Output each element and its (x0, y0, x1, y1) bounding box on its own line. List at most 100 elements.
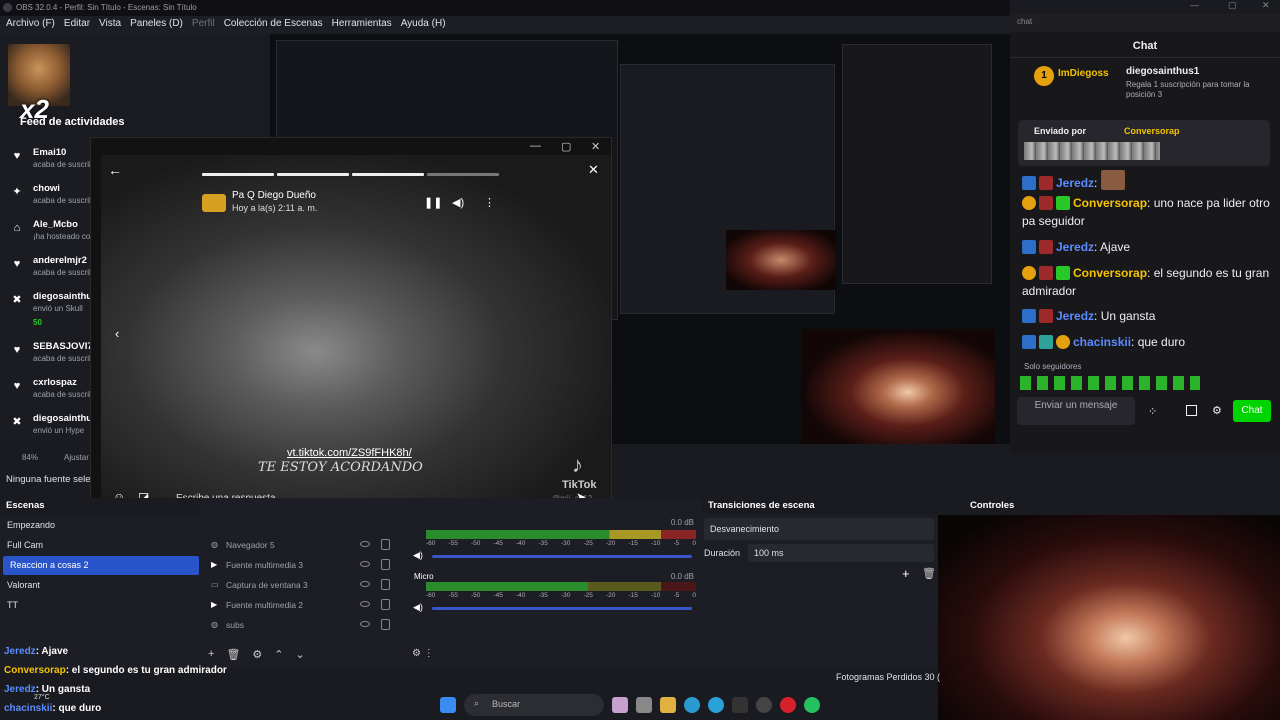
popup-close-icon[interactable]: ✕ (591, 140, 600, 153)
lock-icon[interactable] (381, 599, 390, 610)
menu-profile[interactable]: Perfil (192, 18, 215, 32)
volume-icon[interactable]: ◀) (452, 196, 464, 209)
chat-text: Ajave (1100, 240, 1131, 254)
maximize-icon[interactable]: ▢ (1228, 0, 1237, 14)
overlay-chat: Jeredz: Ajave Conversorap: el segundo es… (0, 644, 430, 720)
overlay-user: chacinskii (4, 703, 53, 714)
overlay-message: Conversorap: el segundo es tu gran admir… (0, 663, 430, 682)
mic-speaker-icon[interactable]: ◀) (413, 602, 423, 613)
story-author[interactable]: Pa Q Diego Dueño (232, 190, 316, 201)
popup-maximize-icon[interactable]: ▢ (561, 140, 571, 153)
story-progress (277, 173, 349, 176)
speaker-icon[interactable]: ◀) (413, 550, 423, 561)
prev-story-icon[interactable]: ‹ (115, 326, 119, 341)
source-item[interactable]: ▭ Captura de ventana 3 (206, 576, 402, 595)
menu-scene-collection[interactable]: Colección de Escenas (224, 18, 323, 32)
visibility-icon[interactable] (360, 601, 370, 607)
lock-icon[interactable] (381, 559, 390, 570)
track2-ticks: -60 -55 -50 -45 -40 -35 -30 -25 -20 -15 -10 -5 0 (426, 592, 696, 599)
track1-meter (426, 530, 696, 539)
chat-username[interactable]: chacinskii (1073, 335, 1131, 349)
obs-icon[interactable] (756, 697, 772, 713)
gift-user[interactable]: ImDiegoss (1058, 68, 1109, 79)
minimize-icon[interactable]: — (1190, 0, 1199, 14)
chat-username[interactable]: Jeredz (1056, 176, 1094, 190)
star-icon: ✦ (12, 186, 22, 198)
menu-file[interactable]: Archivo (F) (6, 18, 55, 32)
taskview-icon[interactable] (636, 697, 652, 713)
gift-icon[interactable] (1186, 405, 1197, 416)
scene-item-selected[interactable]: Reaccion a cosas 2 (3, 556, 199, 575)
adjust-label[interactable]: Ajustar (64, 453, 89, 462)
chat-username[interactable]: Conversorap (1073, 266, 1147, 280)
source-item[interactable]: ◍ subs (206, 616, 402, 635)
source-item[interactable]: ◍ Navegador 5 (206, 536, 402, 555)
visibility-icon[interactable] (360, 541, 370, 547)
menu-docks[interactable]: Paneles (D) (130, 18, 183, 32)
chat-username[interactable]: Jeredz (1056, 309, 1094, 323)
activity-user: anderelmjr2 (33, 255, 87, 266)
visibility-icon[interactable] (360, 621, 370, 627)
lock-icon[interactable] (381, 619, 390, 630)
scene-item[interactable]: Full Cam (0, 536, 200, 555)
menu-tools[interactable]: Herramientas (332, 18, 392, 32)
visibility-icon[interactable] (360, 581, 370, 587)
search-icon: ⌕ (474, 698, 480, 708)
back-icon[interactable]: ← (108, 162, 122, 178)
menu-edit[interactable]: Editar (64, 18, 90, 32)
story-progress (202, 173, 274, 176)
scene-item[interactable]: Valorant (0, 576, 200, 595)
overlay-user: Conversorap (4, 665, 66, 676)
badge-icon (1039, 196, 1053, 210)
transition-select[interactable]: Desvanecimiento (704, 518, 934, 540)
lock-icon[interactable] (381, 539, 390, 550)
tiktok-link[interactable]: vt.tiktok.com/ZS9fFHK8h/ (287, 447, 412, 459)
visibility-icon[interactable] (360, 561, 370, 567)
popup-minimize-icon[interactable]: — (530, 140, 541, 152)
gear-icon[interactable]: ⚙ (1212, 404, 1222, 417)
capcut-icon[interactable] (732, 697, 748, 713)
whatsapp-icon[interactable] (804, 697, 820, 713)
track1-volume-slider[interactable] (432, 555, 692, 558)
windows-start-icon[interactable] (440, 697, 456, 713)
badge-icon (1039, 176, 1053, 190)
pause-icon[interactable]: ❚❚ (424, 196, 442, 209)
lock-icon[interactable] (381, 579, 390, 590)
folder-icon[interactable] (660, 697, 676, 713)
edge-icon[interactable] (684, 697, 700, 713)
menu-help[interactable]: Ayuda (H) (401, 18, 446, 32)
badge-icon (1022, 176, 1036, 190)
taskbar-search[interactable]: ⌕ Buscar (464, 694, 604, 716)
add-transition-icon[interactable]: + (902, 566, 910, 581)
story-close-icon[interactable]: ✕ (588, 162, 599, 178)
more-icon[interactable]: ⋮ (484, 196, 495, 209)
source-item[interactable]: ▶ Fuente multimedia 3 (206, 556, 402, 575)
badge-icon (1056, 335, 1070, 349)
chat-input[interactable]: Enviar un mensaje (1017, 397, 1135, 425)
points-icon[interactable]: ⁘ (1148, 405, 1157, 418)
opera-icon[interactable] (780, 697, 796, 713)
duration-input[interactable]: 100 ms (748, 544, 934, 562)
pinned-by-label: Enviado por (1034, 126, 1087, 136)
pinned-by-user[interactable]: Conversorap (1124, 126, 1180, 136)
window-titlebar: OBS 32.0.4 - Perfil: Sin Título - Escena… (0, 0, 1010, 16)
delete-transition-icon[interactable]: 🗑 (922, 567, 936, 580)
close-icon[interactable]: ✕ (1262, 0, 1270, 14)
scene-item[interactable]: TT (0, 596, 200, 615)
scene-item[interactable]: Empezando (0, 516, 200, 535)
track2-volume-slider[interactable] (432, 607, 692, 610)
video-caption: TE ESTOY ACORDANDO (258, 460, 423, 475)
browser-icon: ◍ (211, 540, 218, 549)
chat-send-button[interactable]: Chat (1233, 400, 1271, 422)
telegram-icon[interactable] (708, 697, 724, 713)
source-item[interactable]: ▶ Fuente multimedia 2 (206, 596, 402, 615)
gift-from-user[interactable]: diegosainthus1 (1126, 66, 1199, 77)
source-label: Fuente multimedia 3 (226, 560, 304, 570)
source-label: Fuente multimedia 2 (226, 600, 304, 610)
chat-username[interactable]: Conversorap (1073, 196, 1147, 210)
scenes-header: Escenas (0, 498, 200, 514)
app-icon[interactable] (612, 697, 628, 713)
menu-view[interactable]: Vista (99, 18, 121, 32)
chat-username[interactable]: Jeredz (1056, 240, 1094, 254)
emote-bar[interactable] (1020, 376, 1200, 390)
